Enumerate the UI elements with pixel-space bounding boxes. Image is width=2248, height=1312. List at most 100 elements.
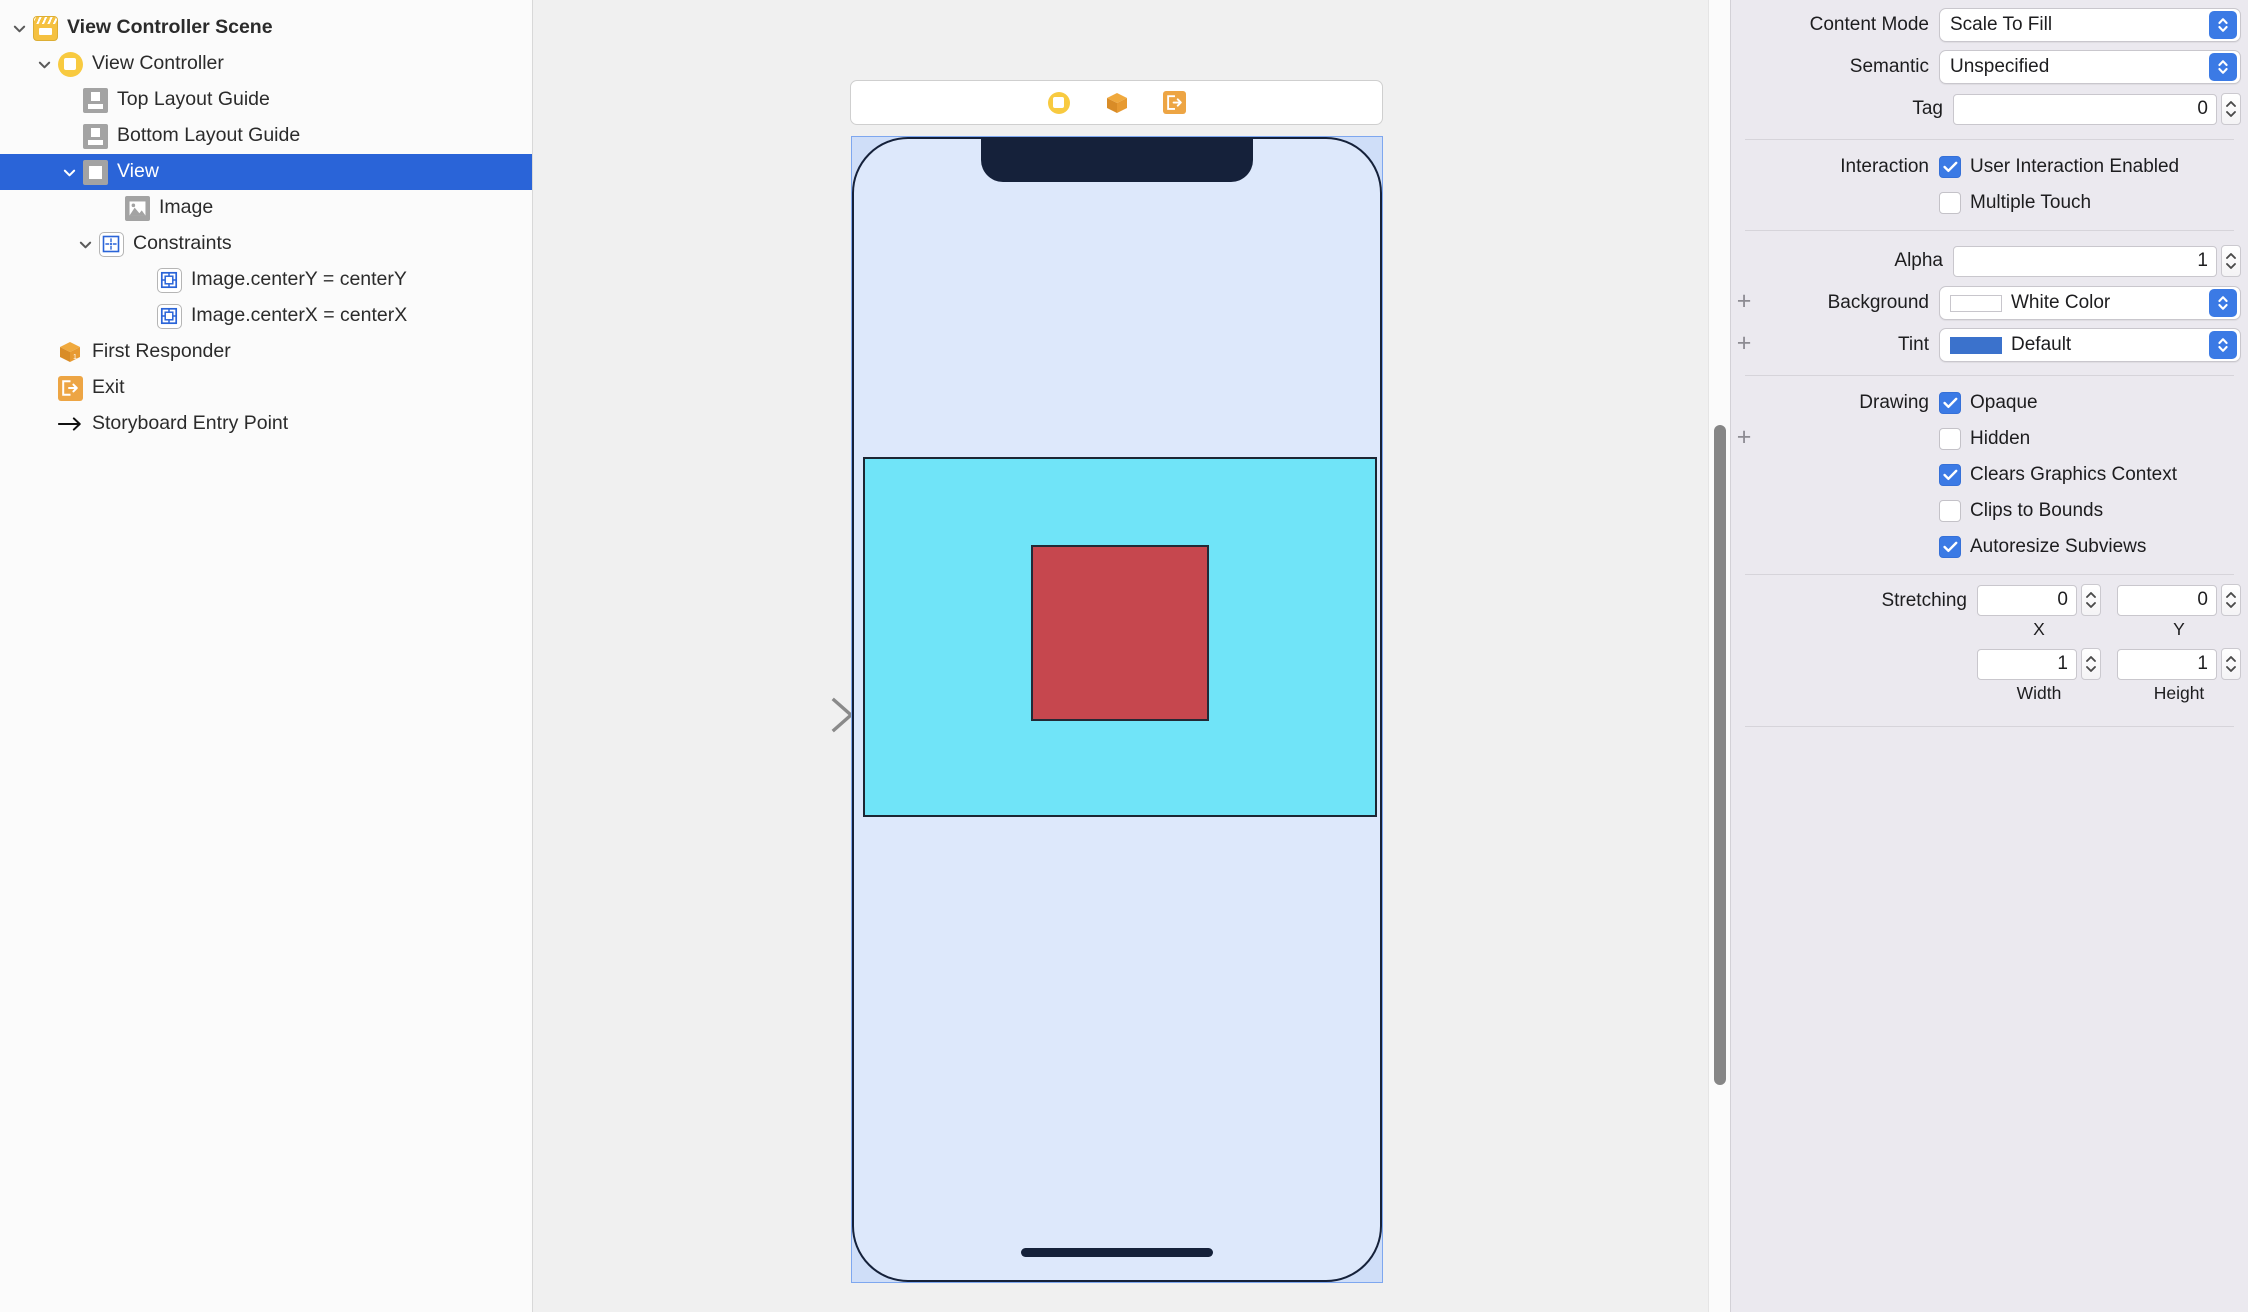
hidden-label: Hidden	[1970, 428, 2031, 449]
background-color-swatch	[1950, 294, 2002, 312]
first-responder-dock-icon[interactable]	[1103, 89, 1131, 117]
outline-row-storyboard-entry-point[interactable]: Storyboard Entry Point	[0, 406, 532, 442]
checkbox-unchecked-icon[interactable]	[1939, 500, 1961, 522]
device-canvas-iphone[interactable]	[851, 136, 1383, 1283]
device-screen[interactable]	[852, 137, 1382, 1282]
autoresize-subviews-label: Autoresize Subviews	[1970, 536, 2147, 557]
outline-row-view-controller[interactable]: View Controller	[0, 46, 532, 82]
outline-row-view-controller-scene[interactable]: View Controller Scene	[0, 10, 532, 46]
alpha-input[interactable]: 1	[1953, 245, 2217, 277]
background-color-popup[interactable]: White Color	[1939, 286, 2241, 320]
stretching-width-stepper[interactable]	[2081, 648, 2101, 680]
alpha-stepper[interactable]	[2221, 245, 2241, 277]
outline-row-image[interactable]: Image	[0, 190, 532, 226]
opaque-checkbox-row[interactable]: Opaque	[1939, 386, 2038, 421]
image-icon	[124, 195, 150, 221]
hidden-row: + Hidden	[1731, 421, 2248, 457]
disclosure-placeholder-icon	[98, 190, 124, 226]
section-divider	[1745, 230, 2234, 231]
stretching-x-cell: 0 X	[1977, 584, 2101, 640]
user-interaction-enabled-checkbox-row[interactable]: User Interaction Enabled	[1939, 150, 2179, 185]
plus-spacer	[1731, 510, 1757, 513]
entry-point-arrow-icon	[57, 411, 83, 437]
checkbox-unchecked-icon[interactable]	[1939, 192, 1961, 214]
multiple-touch-checkbox-row[interactable]: Multiple Touch	[1939, 186, 2091, 221]
add-background-variation-button[interactable]: +	[1731, 289, 1757, 317]
tag-stepper[interactable]	[2221, 93, 2241, 125]
cyan-subview[interactable]	[863, 457, 1377, 817]
autoresize-subviews-checkbox-row[interactable]: Autoresize Subviews	[1939, 530, 2146, 565]
scene-dock-toolbar[interactable]	[850, 80, 1383, 125]
disclosure-placeholder-icon	[56, 82, 82, 118]
hidden-checkbox-row[interactable]: Hidden	[1939, 422, 2030, 457]
stretching-x-stepper[interactable]	[2081, 584, 2101, 616]
stretching-height-input[interactable]: 1	[2117, 648, 2217, 680]
stretching-x-input[interactable]: 0	[1977, 584, 2077, 616]
checkbox-checked-icon[interactable]	[1939, 392, 1961, 414]
disclosure-triangle-icon[interactable]	[72, 226, 98, 262]
chevron-updown-icon[interactable]	[2209, 331, 2237, 359]
disclosure-triangle-icon[interactable]	[56, 154, 82, 190]
opaque-label: Opaque	[1970, 392, 2038, 413]
scrollbar-thumb[interactable]	[1714, 425, 1726, 1085]
checkbox-checked-icon[interactable]	[1939, 536, 1961, 558]
image-view-rect[interactable]	[1031, 545, 1209, 721]
disclosure-placeholder-icon	[56, 118, 82, 154]
chevron-updown-icon[interactable]	[2209, 289, 2237, 317]
stretching-wh-row: 1 Width 1 Height	[1731, 648, 2248, 704]
layout-guide-icon	[82, 87, 108, 113]
view-controller-icon	[57, 51, 83, 77]
checkbox-checked-icon[interactable]	[1939, 156, 1961, 178]
stretching-y-input[interactable]: 0	[2117, 584, 2217, 616]
outline-label: Image	[159, 196, 214, 219]
clips-to-bounds-label: Clips to Bounds	[1970, 500, 2104, 521]
outline-label: Exit	[92, 376, 125, 399]
background-label: Background	[1827, 292, 1929, 313]
checkbox-checked-icon[interactable]	[1939, 464, 1961, 486]
semantic-popup[interactable]: Unspecified	[1939, 50, 2241, 84]
storyboard-canvas[interactable]	[533, 0, 1730, 1312]
device-notch	[981, 139, 1253, 182]
view-controller-dock-icon[interactable]	[1045, 89, 1073, 117]
clears-graphics-context-checkbox-row[interactable]: Clears Graphics Context	[1939, 458, 2177, 493]
outline-row-top-layout-guide[interactable]: Top Layout Guide	[0, 82, 532, 118]
outline-row-view[interactable]: View	[0, 154, 532, 190]
autoresize-subviews-row: Autoresize Subviews	[1731, 529, 2248, 565]
chevron-updown-icon[interactable]	[2209, 11, 2237, 39]
disclosure-triangle-icon[interactable]	[31, 46, 57, 82]
stretching-width-caption: Width	[2016, 683, 2062, 703]
content-mode-popup[interactable]: Scale To Fill	[1939, 8, 2241, 42]
layout-guide-icon	[82, 123, 108, 149]
alpha-row: Alpha 1	[1731, 240, 2248, 282]
tag-input[interactable]: 0	[1953, 93, 2217, 125]
disclosure-placeholder-icon	[130, 298, 156, 334]
background-row: + Background White Color	[1731, 282, 2248, 324]
disclosure-triangle-icon[interactable]	[6, 10, 32, 46]
chevron-updown-icon[interactable]	[2209, 53, 2237, 81]
add-tint-variation-button[interactable]: +	[1731, 331, 1757, 359]
plus-spacer	[1731, 166, 1757, 169]
outline-row-first-responder[interactable]: 1 First Responder	[0, 334, 532, 370]
tint-row: + Tint Default	[1731, 324, 2248, 366]
stretching-xy-row: Stretching 0 X 0 Y	[1731, 584, 2248, 640]
entry-point-arrow-indicator	[738, 695, 858, 735]
outline-row-constraints[interactable]: Constraints	[0, 226, 532, 262]
drawing-label: Drawing	[1859, 392, 1929, 413]
exit-dock-icon[interactable]	[1161, 89, 1189, 117]
clips-to-bounds-checkbox-row[interactable]: Clips to Bounds	[1939, 494, 2103, 529]
tint-color-popup[interactable]: Default	[1939, 328, 2241, 362]
checkbox-unchecked-icon[interactable]	[1939, 428, 1961, 450]
outline-row-constraint-centerx[interactable]: Image.centerX = centerX	[0, 298, 532, 334]
outline-row-bottom-layout-guide[interactable]: Bottom Layout Guide	[0, 118, 532, 154]
stretching-height-stepper[interactable]	[2221, 648, 2241, 680]
disclosure-placeholder-icon	[31, 370, 57, 406]
add-hidden-variation-button[interactable]: +	[1731, 425, 1757, 453]
canvas-vertical-scrollbar[interactable]	[1708, 0, 1730, 1312]
home-indicator	[1021, 1248, 1213, 1257]
outline-row-constraint-centery[interactable]: Image.centerY = centerY	[0, 262, 532, 298]
document-outline-panel: View Controller Scene View Controller To…	[0, 0, 533, 1312]
stretching-y-stepper[interactable]	[2221, 584, 2241, 616]
constraint-icon	[156, 303, 182, 329]
stretching-width-input[interactable]: 1	[1977, 648, 2077, 680]
outline-row-exit[interactable]: Exit	[0, 370, 532, 406]
